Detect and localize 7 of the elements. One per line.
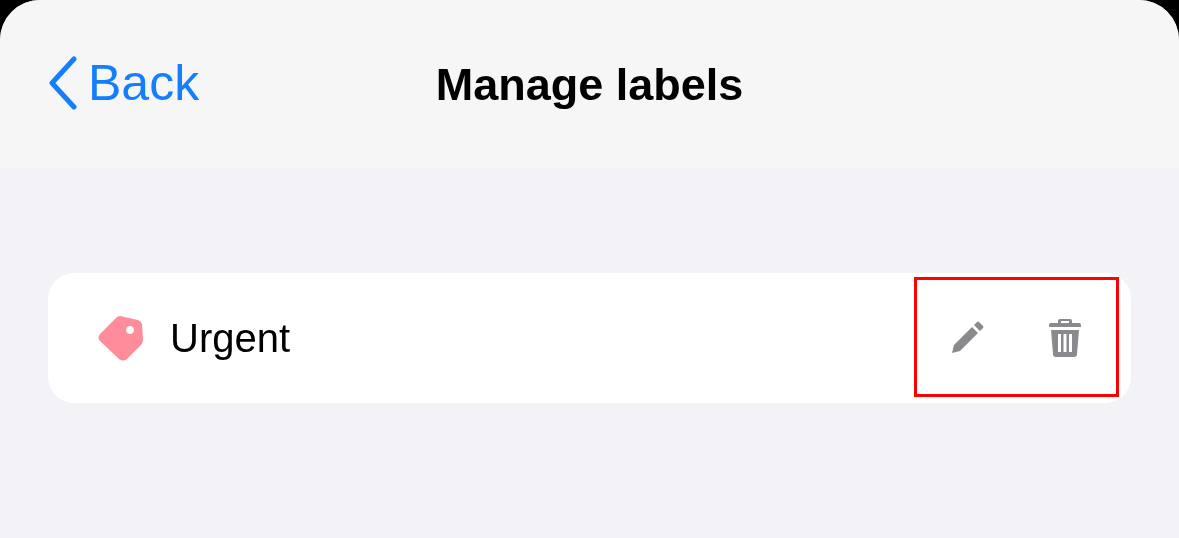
back-button[interactable]: Back [48, 56, 200, 110]
page-title: Manage labels [435, 61, 744, 107]
label-row[interactable]: Urgent [48, 273, 1131, 403]
chevron-left-icon [48, 56, 78, 110]
trash-icon [1048, 318, 1082, 358]
label-name: Urgent [170, 318, 291, 358]
pencil-icon [950, 321, 984, 355]
